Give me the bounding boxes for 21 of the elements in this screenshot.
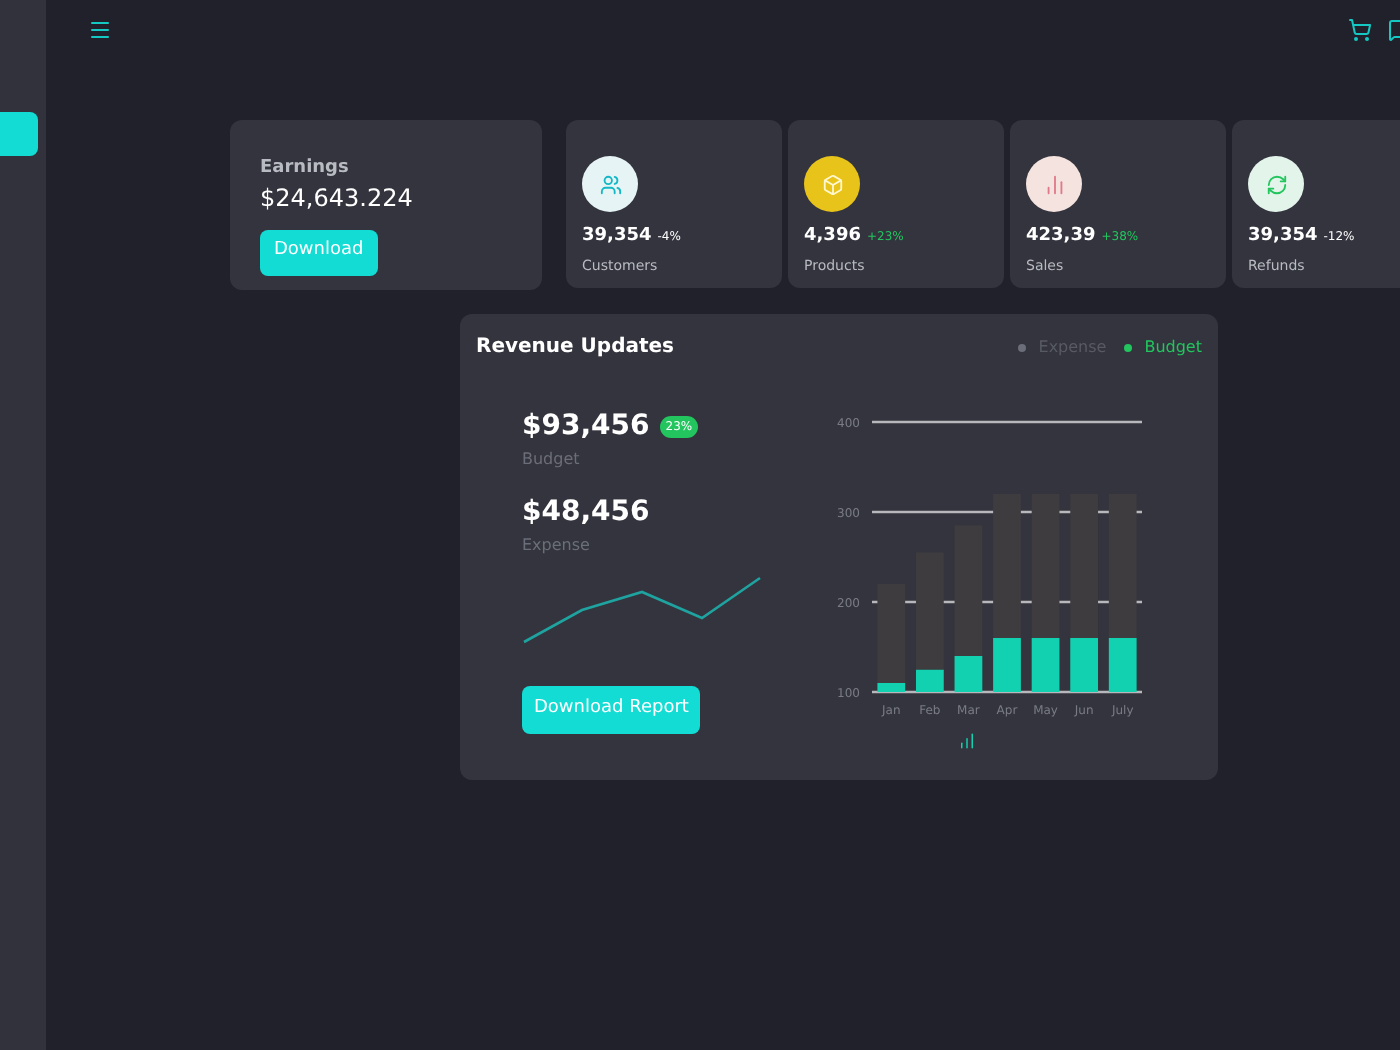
people-icon — [599, 173, 621, 195]
download-button[interactable]: Download — [260, 229, 378, 275]
expense-amount: $48,456 — [522, 494, 652, 532]
stat-value: 39,354 — [582, 224, 652, 250]
download-report-button[interactable]: Download Report — [522, 686, 701, 734]
bar-chart-icon[interactable] — [958, 732, 976, 750]
budget-amount: $93,456 — [522, 408, 650, 446]
legend-label[interactable]: Budget — [1144, 335, 1202, 359]
bar-chart-icon — [1043, 173, 1065, 195]
menu-icon[interactable] — [88, 18, 112, 42]
earnings-amount: $24,643.224 — [260, 183, 415, 211]
box-icon — [821, 173, 843, 195]
stat-value: 4,396 — [804, 224, 861, 250]
budget-label: Budget — [522, 448, 582, 472]
stat-value: 423,39 — [1026, 224, 1096, 250]
earnings-label: Earnings — [260, 156, 351, 182]
expense-label: Expense — [522, 534, 592, 558]
stat-value: 39,354 — [1248, 224, 1318, 250]
revenue-title: Revenue Updates — [476, 334, 674, 362]
cart-icon[interactable] — [1348, 18, 1372, 42]
refresh-icon — [1265, 173, 1287, 195]
